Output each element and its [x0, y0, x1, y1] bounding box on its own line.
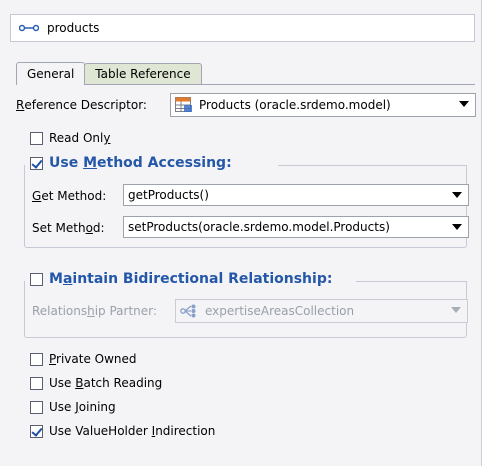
set-method-label: Set Meth o d: [32, 221, 105, 235]
use-batch-reading-checkbox[interactable]: Use Batch Reading [30, 376, 162, 390]
use-valueholder-indirection-checkbox[interactable]: Use ValueHolder Indirection [30, 424, 215, 438]
reference-descriptor-label: Reference Descriptor: [16, 94, 147, 116]
reference-descriptor-value: Products (oracle.srdemo.model) [199, 98, 391, 112]
set-method-select[interactable]: setProducts(oracle.srdemo.model.Products… [123, 216, 469, 238]
private-owned-checkbox[interactable]: Private Owned [30, 352, 137, 366]
use-joining-box[interactable] [30, 400, 43, 414]
table-descriptor-icon [175, 97, 192, 112]
use-batch-reading-box[interactable] [30, 376, 43, 390]
relationship-partner-value: expertiseAreasCollection [205, 304, 355, 318]
use-valueholder-indirection-box[interactable] [30, 424, 43, 438]
private-owned-box[interactable] [30, 352, 43, 366]
maintain-bidirectional-box[interactable] [30, 272, 43, 286]
get-method-label: Get Method: [32, 189, 107, 203]
collection-mapping-icon [180, 304, 196, 318]
read-only-box[interactable] [30, 131, 43, 145]
tab-table-reference[interactable]: Table Reference [84, 63, 202, 84]
mapping-title: products [47, 21, 100, 35]
tab-bar: General Table Reference [16, 62, 202, 85]
use-method-accessing-box[interactable] [30, 156, 43, 170]
use-batch-reading-label: Use Batch Reading [49, 376, 163, 390]
reference-descriptor-select[interactable]: Products (oracle.srdemo.model) [170, 93, 476, 117]
tab-table-reference-label: Table Reference [95, 67, 191, 81]
label-part: eference Descriptor: [24, 98, 147, 112]
chevron-down-icon [451, 307, 461, 313]
use-valueholder-indirection-label: Use ValueHolder Indirection [49, 424, 216, 438]
label-mnemonic: R [16, 98, 25, 112]
chevron-down-icon [459, 101, 469, 107]
use-joining-label: Use Joining [49, 400, 116, 414]
tab-general[interactable]: General [16, 62, 86, 85]
get-method-select[interactable]: getProducts() [123, 184, 469, 206]
maintain-bidirectional-label: Maintain Bidirectional Relationship: [49, 271, 333, 287]
mapping-editor-panel: products General Table Reference Referen… [0, 0, 482, 466]
use-method-accessing-checkbox[interactable]: Use Method Accessing: [30, 155, 232, 171]
use-joining-checkbox[interactable]: Use Joining [30, 400, 116, 414]
relationship-partner-select[interactable]: expertiseAreasCollection [175, 299, 468, 323]
set-method-value: setProducts(oracle.srdemo.model.Products… [128, 220, 390, 234]
private-owned-label: Private Owned [49, 352, 137, 366]
read-only-checkbox[interactable]: Read Only [30, 131, 110, 145]
chevron-down-icon [452, 192, 462, 198]
mapping-header: products [10, 14, 475, 42]
tab-general-label: General [27, 67, 75, 81]
mapping-icon [19, 24, 39, 32]
read-only-label: Read Only [49, 131, 111, 145]
get-method-value: getProducts() [128, 188, 209, 202]
maintain-bidirectional-checkbox[interactable]: Maintain Bidirectional Relationship: [30, 271, 332, 287]
relationship-partner-label: Relations h ip Partner: [32, 304, 157, 318]
use-method-accessing-label: Use Method Accessing: [49, 155, 232, 171]
chevron-down-icon [452, 224, 462, 230]
